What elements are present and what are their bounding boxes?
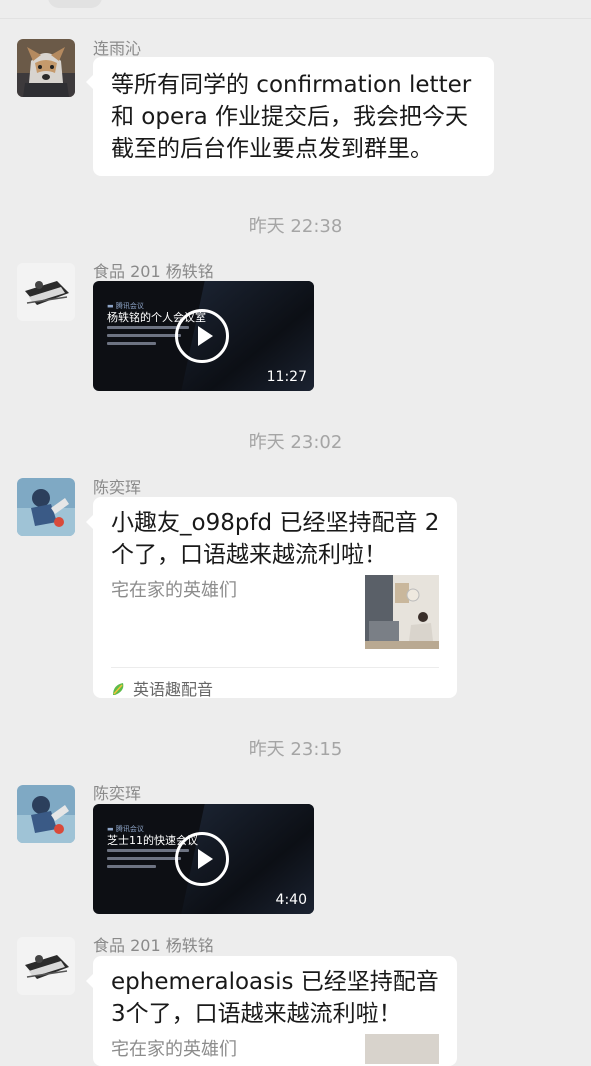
- avatar[interactable]: [17, 39, 75, 97]
- bubble-pointer: [86, 515, 93, 529]
- card-thumbnail: [365, 1034, 439, 1064]
- message-text: 等所有同学的 confirmation letter 和 opera 作业提交后…: [111, 72, 472, 162]
- card-source-name: 英语趣配音: [133, 680, 214, 699]
- card-thumbnail: [365, 575, 439, 649]
- timestamp: 昨天 22:38: [248, 216, 343, 237]
- mini-program-card[interactable]: ephemeraloasis 已经坚持配音 3个了，口语越来越流利啦！ 宅在家的…: [86, 956, 457, 1066]
- sender-name: 连雨沁: [93, 39, 142, 58]
- bubble-pointer: [86, 75, 93, 89]
- avatar[interactable]: [17, 785, 75, 843]
- card-source: 英语趣配音: [111, 674, 213, 708]
- card-title: ephemeraloasis 已经坚持配音 3个了，口语越来越流利啦！: [111, 969, 439, 1027]
- divider: [111, 667, 439, 668]
- app-leaf-icon: [111, 676, 127, 708]
- avatar[interactable]: [17, 937, 75, 995]
- avatar[interactable]: [17, 263, 75, 321]
- timestamp: 昨天 23:15: [248, 739, 343, 760]
- card-subtitle: 宅在家的英雄们: [111, 580, 237, 601]
- video-message[interactable]: ▬ 腾讯会议 芝士11的快速会议 4:40: [93, 804, 314, 914]
- video-duration: 11:27: [266, 369, 307, 385]
- mini-program-card[interactable]: 小趣友_o98pfd 已经坚持配音 2个了，口语越来越流利啦！ 宅在家的英雄们: [86, 497, 457, 699]
- timestamp: 昨天 23:02: [248, 432, 343, 453]
- previous-message-remnant: [0, 0, 591, 18]
- sender-name: 食品 201 杨轶铭: [93, 262, 214, 281]
- sender-name: 食品 201 杨轶铭: [93, 936, 214, 955]
- sender-name: 陈奕珲: [93, 478, 142, 497]
- video-duration: 4:40: [275, 892, 307, 908]
- sender-name: 陈奕珲: [93, 784, 142, 803]
- video-message[interactable]: ▬ 腾讯会议 杨轶铭的个人会议室 11:27: [93, 281, 314, 391]
- divider: [0, 18, 591, 19]
- card-subtitle: 宅在家的英雄们: [111, 1039, 237, 1060]
- play-icon[interactable]: [175, 832, 229, 886]
- message-bubble[interactable]: 等所有同学的 confirmation letter 和 opera 作业提交后…: [86, 57, 494, 176]
- card-title: 小趣友_o98pfd 已经坚持配音 2个了，口语越来越流利啦！: [111, 510, 440, 568]
- avatar[interactable]: [17, 478, 75, 536]
- bubble-pointer: [86, 974, 93, 988]
- play-icon[interactable]: [175, 309, 229, 363]
- previous-bubble-edge: [48, 0, 102, 8]
